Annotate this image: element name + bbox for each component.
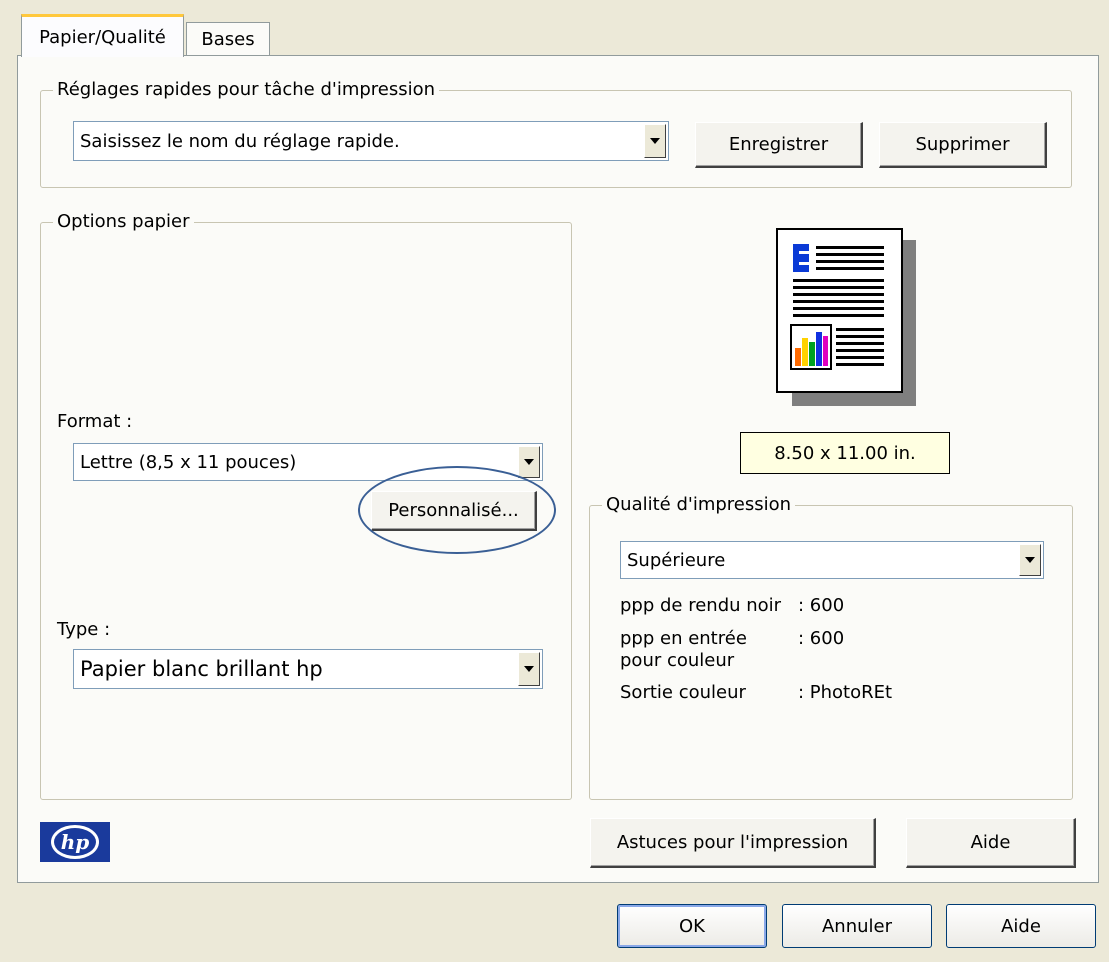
format-label: Format :: [57, 411, 133, 432]
help-button[interactable]: Aide: [946, 904, 1096, 948]
cancel-button[interactable]: Annuler: [782, 904, 932, 948]
type-label: Type :: [57, 619, 111, 640]
tab-papier-qualite[interactable]: Papier/Qualité: [21, 14, 184, 57]
delete-button[interactable]: Supprimer: [879, 122, 1047, 168]
page-preview-icon: [776, 228, 918, 408]
black-dpi-value: : 600: [798, 595, 845, 616]
page-dimensions-text: 8.50 x 11.00 in.: [774, 442, 916, 464]
tab-bases[interactable]: Bases: [186, 22, 270, 56]
quick-setting-combo[interactable]: Saisissez le nom du réglage rapide.: [73, 121, 669, 161]
page-dimensions: 8.50 x 11.00 in.: [740, 432, 950, 474]
cancel-button-label: Annuler: [821, 915, 892, 937]
hp-logo: hp: [40, 822, 110, 862]
color-output-label: Sortie couleur: [620, 682, 746, 703]
chevron-down-icon[interactable]: [1019, 544, 1041, 576]
svg-text:hp: hp: [61, 830, 90, 854]
paper-type-value: Papier blanc brillant hp: [80, 657, 323, 681]
quick-setting-value: Saisissez le nom du réglage rapide.: [80, 130, 400, 152]
save-button-label: Enregistrer: [728, 134, 829, 155]
tab-panel: Réglages rapides pour tâche d'impression…: [17, 55, 1099, 883]
color-output-value: : PhotoREt: [798, 682, 893, 703]
tab-label: Papier/Qualité: [39, 26, 166, 48]
paper-options-legend: Options papier: [53, 210, 194, 234]
chevron-down-icon[interactable]: [644, 124, 666, 158]
quick-settings-legend: Réglages rapides pour tâche d'impression: [53, 78, 440, 102]
panel-help-label: Aide: [970, 832, 1011, 853]
custom-size-label: Personnalisé...: [388, 500, 519, 521]
color-dpi-value: : 600: [798, 628, 845, 649]
paper-options-group: Options papier Format : Lettre (8,5 x 11…: [40, 210, 572, 800]
format-combo[interactable]: Lettre (8,5 x 11 pouces): [73, 443, 543, 481]
delete-button-label: Supprimer: [915, 134, 1010, 155]
ok-button[interactable]: OK: [617, 904, 767, 948]
chevron-down-icon[interactable]: [518, 446, 540, 478]
print-quality-combo[interactable]: Supérieure: [620, 541, 1044, 579]
paper-type-combo[interactable]: Papier blanc brillant hp: [73, 649, 543, 689]
print-tips-label: Astuces pour l'impression: [616, 832, 849, 853]
save-button[interactable]: Enregistrer: [695, 122, 863, 168]
color-dpi-label: ppp en entrée pour couleur: [620, 628, 747, 671]
black-dpi-label: ppp de rendu noir: [620, 595, 782, 616]
custom-size-button[interactable]: Personnalisé...: [371, 491, 537, 531]
print-quality-value: Supérieure: [627, 549, 726, 571]
print-quality-legend: Qualité d'impression: [602, 493, 796, 517]
tab-label: Bases: [201, 29, 255, 50]
ok-button-label: OK: [679, 915, 705, 937]
print-quality-group: Qualité d'impression Supérieure ppp de r…: [589, 493, 1073, 800]
help-button-label: Aide: [1001, 915, 1041, 937]
chevron-down-icon[interactable]: [518, 652, 540, 686]
print-tips-button[interactable]: Astuces pour l'impression: [590, 818, 876, 868]
quick-settings-group: Réglages rapides pour tâche d'impression…: [40, 78, 1072, 188]
format-value: Lettre (8,5 x 11 pouces): [80, 451, 297, 473]
panel-help-button[interactable]: Aide: [906, 818, 1076, 868]
